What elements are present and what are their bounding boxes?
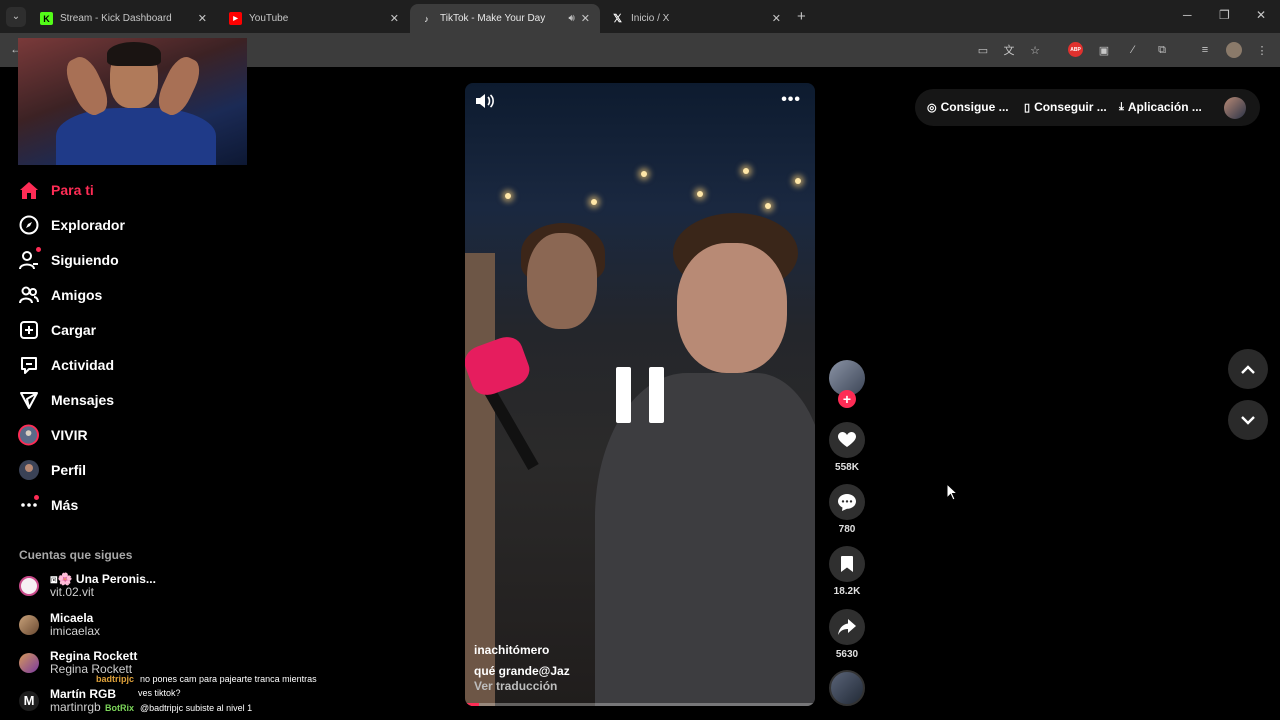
close-icon[interactable]: ✕ <box>772 12 781 25</box>
sidebar-item-perfil[interactable]: Perfil <box>18 457 86 483</box>
follow-plus-icon[interactable]: + <box>838 390 856 408</box>
following-account[interactable]: M Martín RGB martinrgb <box>19 688 116 714</box>
x-icon: 𝕏 <box>613 13 622 25</box>
star-icon[interactable]: ☆ <box>1027 42 1043 58</box>
phone-icon: ▯ <box>1024 101 1031 114</box>
speaker-icon[interactable]: 🔊︎ <box>568 13 574 24</box>
close-icon[interactable]: ✕ <box>390 12 399 25</box>
notification-dot <box>34 495 39 500</box>
volume-icon[interactable] <box>475 93 495 114</box>
comment-icon <box>829 484 865 520</box>
heart-icon <box>829 422 865 458</box>
following-icon <box>18 250 39 271</box>
media-icon[interactable]: ≡ <box>1197 42 1213 58</box>
avatar <box>19 615 39 635</box>
sidebar-item-amigos[interactable]: Amigos <box>18 282 102 308</box>
profile-avatar-icon <box>18 460 39 481</box>
tab-youtube[interactable]: ▶ YouTube ✕ <box>219 4 409 33</box>
pen-icon[interactable]: ⁄ <box>1125 42 1141 58</box>
live-icon <box>18 424 39 446</box>
get-app-button[interactable]: ▯ Conseguir ... <box>1024 100 1107 114</box>
mouse-cursor-icon <box>946 482 959 506</box>
translate-link[interactable]: Ver traducción <box>474 679 557 693</box>
tab-search-button[interactable]: ⌄ <box>6 7 26 27</box>
extension-icon[interactable]: ▣ <box>1096 42 1112 58</box>
messages-icon <box>18 390 39 411</box>
compass-icon <box>18 215 39 236</box>
profile-icon[interactable] <box>1226 42 1242 58</box>
adblock-icon[interactable]: ABP <box>1068 42 1083 57</box>
cast-icon[interactable]: ▭ <box>975 42 991 58</box>
menu-icon[interactable]: ⋮ <box>1254 42 1270 58</box>
avatar: M <box>19 691 39 711</box>
video-username[interactable]: inachitómero <box>474 643 549 657</box>
progress-fill <box>465 703 479 706</box>
chat-message: badtripjc no pones cam para pajearte tran… <box>96 674 317 684</box>
bookmark-icon <box>829 546 865 582</box>
close-icon[interactable]: ✕ <box>198 12 207 25</box>
next-video-button[interactable] <box>1228 400 1268 440</box>
sidebar-item-mensajes[interactable]: Mensajes <box>18 387 114 413</box>
tiktok-icon: ♪ <box>424 13 429 24</box>
sidebar-item-vivir[interactable]: VIVIR <box>18 422 88 448</box>
more-options-icon[interactable]: ••• <box>781 91 801 109</box>
close-icon[interactable]: ✕ <box>581 12 590 25</box>
download-icon: ⤓ <box>1119 100 1124 113</box>
pause-icon[interactable] <box>616 367 664 423</box>
coin-icon: ◎ <box>927 101 937 114</box>
chat-message: BotRix @badtripjc subiste al nivel 1 <box>105 703 253 713</box>
activity-icon <box>18 355 39 376</box>
avatar <box>19 653 39 673</box>
chat-message-continuation: ves tiktok? <box>138 688 181 698</box>
sidebar-item-explorador[interactable]: Explorador <box>18 212 125 238</box>
save-button[interactable]: 18.2K <box>829 546 865 597</box>
kick-icon: K <box>40 12 53 25</box>
video-caption: qué grande@Jaz <box>474 664 570 678</box>
comment-count: 780 <box>838 524 856 535</box>
following-account[interactable]: Micaela imicaelax <box>19 612 100 638</box>
avatar <box>19 576 39 596</box>
following-account[interactable]: ⧈🌸 Una Peronis... vit.02.vit <box>19 573 156 599</box>
sidebar-item-siguiendo[interactable]: Siguiendo <box>18 247 119 273</box>
tab-kick[interactable]: K Stream - Kick Dashboard ✕ <box>30 4 217 33</box>
tab-x[interactable]: 𝕏 Inicio / X ✕ <box>601 4 791 33</box>
friends-icon <box>18 285 39 306</box>
restore-button[interactable]: ❐ <box>1219 8 1230 22</box>
tab-tiktok[interactable]: ♪ TikTok - Make Your Day 🔊︎ ✕ <box>410 4 600 33</box>
sidebar-item-cargar[interactable]: Cargar <box>18 317 96 343</box>
sidebar-item-actividad[interactable]: Actividad <box>18 352 114 378</box>
following-section-title: Cuentas que sigues <box>19 548 133 562</box>
user-avatar[interactable] <box>1224 97 1246 119</box>
translate-icon[interactable]: 文 <box>1001 42 1017 58</box>
sidebar-item-mas[interactable]: Más <box>18 492 78 518</box>
chevron-down-icon <box>1241 415 1255 425</box>
get-coins-button[interactable]: ◎ Consigue ... <box>927 100 1009 114</box>
window-close-button[interactable]: ✕ <box>1256 8 1266 22</box>
share-count: 5630 <box>835 649 859 660</box>
previous-video-button[interactable] <box>1228 349 1268 389</box>
webcam-overlay <box>18 38 247 165</box>
video-player[interactable]: ••• inachitómero qué grande@Jaz Ver trad… <box>465 83 815 706</box>
music-disc[interactable] <box>829 670 865 706</box>
puzzle-icon[interactable]: ⧉ <box>1154 42 1170 58</box>
share-icon <box>829 609 865 645</box>
like-button[interactable]: 558K <box>829 422 865 473</box>
minimize-button[interactable]: ─ <box>1183 8 1192 22</box>
upload-icon <box>18 320 39 341</box>
share-button[interactable]: 5630 <box>829 609 865 660</box>
video-progress-bar[interactable] <box>465 703 815 706</box>
top-action-bar: ◎ Consigue ... ▯ Conseguir ... ⤓ Aplicación… <box>915 89 1260 126</box>
chevron-up-icon <box>1241 364 1255 374</box>
notification-dot <box>36 247 41 252</box>
save-count: 18.2K <box>833 586 861 597</box>
browser-tab-bar: ⌄ K Stream - Kick Dashboard ✕ ▶ YouTube … <box>0 0 1280 33</box>
download-app-button[interactable]: ⤓ Aplicación ... <box>1119 100 1202 114</box>
youtube-icon: ▶ <box>229 12 242 25</box>
comment-button[interactable]: 780 <box>829 484 865 535</box>
following-account[interactable]: Regina Rockett Regina Rockett <box>19 650 137 676</box>
sidebar-item-para-ti[interactable]: Para ti <box>18 177 94 203</box>
new-tab-button[interactable]: + <box>797 8 806 25</box>
like-count: 558K <box>835 462 859 473</box>
home-icon <box>18 180 39 201</box>
